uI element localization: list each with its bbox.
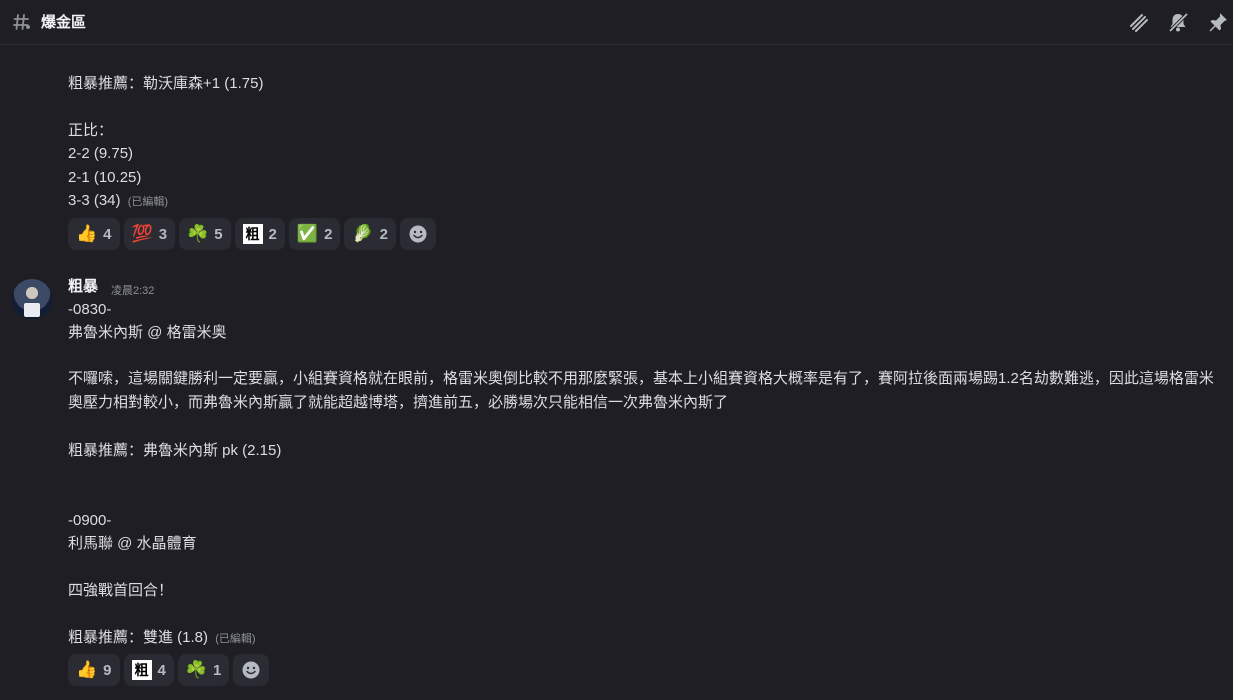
shamrock-icon: ☘️ <box>187 224 209 243</box>
message-paragraph: 不囉嗦，這場關鍵勝利一定要贏，小組賽資格就在眼前，格雷米奧倒比較不用那麼緊張，基… <box>68 370 1214 411</box>
thumbs-up-icon: 👍 <box>76 224 98 243</box>
message-author[interactable]: 粗暴 <box>68 276 98 298</box>
message-line: 正比： <box>68 122 114 139</box>
reaction-count: 3 <box>158 225 168 243</box>
add-reaction-button[interactable] <box>233 654 270 686</box>
message-text: 粗暴推薦：雙進 (1.8) <box>68 629 209 646</box>
threads-icon[interactable] <box>1127 11 1149 33</box>
avatar-jersey <box>24 303 40 317</box>
mute-bell-icon[interactable] <box>1167 11 1189 33</box>
thumbs-up-icon: 👍 <box>76 660 98 679</box>
message-timestamp: 凌晨2:32 <box>111 285 155 297</box>
edited-label: (已編輯) <box>127 196 169 208</box>
add-reaction-button[interactable] <box>399 218 436 250</box>
reaction-hundred[interactable]: 💯 3 <box>123 218 176 250</box>
message-line: 2-1 (10.25) <box>68 169 142 186</box>
text-channel-threads-icon <box>13 14 30 30</box>
reaction-count: 2 <box>379 225 388 243</box>
reaction-count: 4 <box>157 661 166 679</box>
channel-header: 爆金區 <box>0 0 1233 45</box>
custom-cu-emoji-icon: 粗 <box>131 660 152 680</box>
shamrock-icon: ☘️ <box>185 660 208 679</box>
reaction-shamrock[interactable]: ☘️ 5 <box>179 218 231 250</box>
reaction-count: 5 <box>214 225 223 243</box>
reaction-custom-cu[interactable]: 粗 2 <box>234 218 285 250</box>
message-line: -0830- <box>68 301 112 318</box>
reaction-count: 4 <box>103 225 112 243</box>
reaction-count: 2 <box>324 225 333 243</box>
message-line: 利馬聯 @ 水晶體育 <box>68 535 197 552</box>
reaction-shamrock[interactable]: ☘️ 1 <box>177 654 230 686</box>
reaction-check-mark[interactable]: ✅ 2 <box>288 218 341 250</box>
lettuce-icon: 🥬 <box>352 224 374 243</box>
message-line: 四強戰首回合！ <box>68 582 174 599</box>
reaction-custom-cu[interactable]: 粗 4 <box>123 654 174 686</box>
custom-cu-emoji-icon: 粗 <box>242 224 263 244</box>
message-line: 粗暴推薦：雙進 (1.8) (已編輯) <box>68 627 256 650</box>
reaction-count: 2 <box>268 225 277 243</box>
edited-label: (已編輯) <box>215 633 256 645</box>
message-line: 3-3 (34) (已編輯) <box>68 190 168 213</box>
reaction-bar: 👍 4 💯 3 ☘️ 5 粗 2 ✅ 2 🥬 2 <box>68 218 436 250</box>
pin-icon[interactable] <box>1207 11 1229 33</box>
hundred-points-icon: 💯 <box>131 224 153 243</box>
reaction-count: 9 <box>103 661 112 679</box>
message-line: 弗魯米內斯 @ 格雷米奥 <box>68 324 227 341</box>
reaction-thumbs-up[interactable]: 👍 9 <box>68 654 120 686</box>
message-line: 2-2 (9.75) <box>68 145 134 162</box>
smiley-icon <box>242 661 260 679</box>
avatar[interactable] <box>12 279 52 319</box>
reaction-bar: 👍 9 粗 4 ☘️ 1 <box>68 654 270 686</box>
channel-name: 爆金區 <box>41 14 87 31</box>
message-line: -0900- <box>68 512 112 529</box>
message-line: 粗暴推薦：勒沃庫森+1 (1.75) <box>68 75 264 92</box>
message-line: 粗暴推薦：弗魯米內斯 pk (2.15) <box>68 442 282 459</box>
reaction-count: 1 <box>213 661 222 679</box>
message-text: 3-3 (34) <box>68 192 121 209</box>
reaction-thumbs-up[interactable]: 👍 4 <box>68 218 120 250</box>
check-mark-icon: ✅ <box>296 224 319 243</box>
reaction-lettuce[interactable]: 🥬 2 <box>344 218 396 250</box>
smiley-icon <box>409 225 427 243</box>
